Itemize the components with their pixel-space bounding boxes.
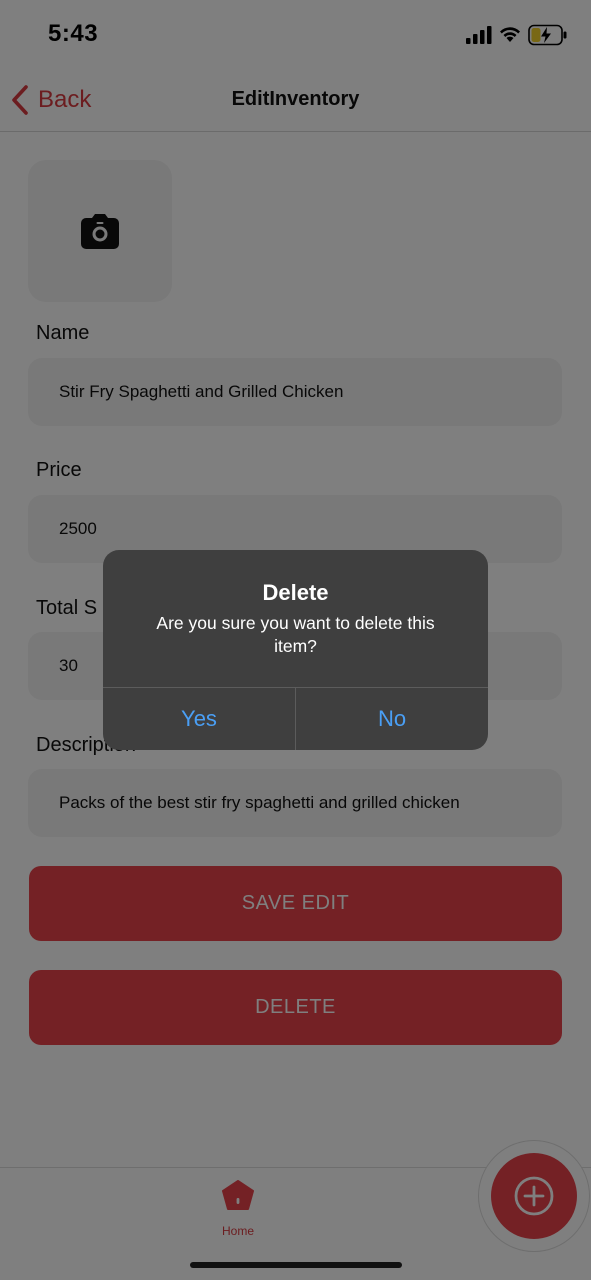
delete-alert-dialog: Delete Are you sure you want to delete t… [103,550,488,750]
alert-message: Are you sure you want to delete this ite… [156,613,435,656]
alert-yes-button[interactable]: Yes [103,688,295,750]
alert-title: Delete [262,580,329,605]
home-indicator [190,1262,402,1268]
alert-no-button[interactable]: No [296,688,488,750]
